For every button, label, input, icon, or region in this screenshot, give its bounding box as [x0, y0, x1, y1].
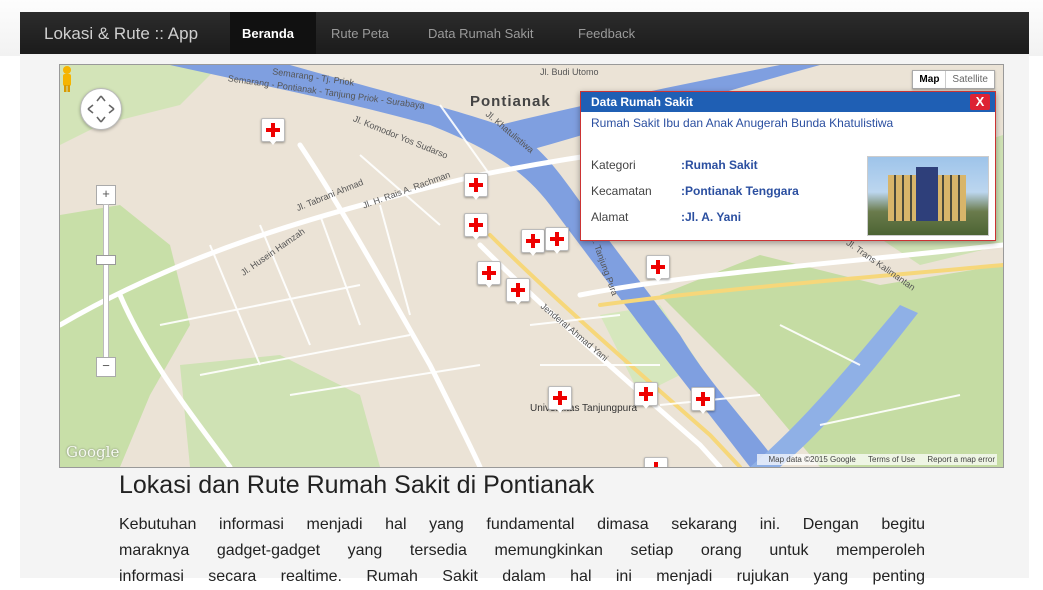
close-icon[interactable]: X [970, 94, 990, 110]
city-label: Pontianak [470, 93, 551, 110]
hospital-marker-icon[interactable] [521, 229, 545, 256]
zoom-in-button[interactable]: + [96, 185, 116, 205]
hospital-marker-icon[interactable] [464, 173, 488, 200]
info-row-alamat: Alamat :Jl. A. Yani [591, 210, 741, 224]
paragraph-line: maraknya gadget-gadget yang tersedia mem… [119, 542, 925, 559]
info-field-value: :Rumah Sakit [681, 158, 758, 172]
map-type-map-button[interactable]: Map [913, 71, 945, 88]
hospital-marker-icon[interactable] [261, 118, 285, 145]
zoom-out-button[interactable]: − [96, 357, 116, 377]
hospital-marker-icon[interactable] [545, 227, 569, 254]
paragraph-line: informasi secara realtime. Rumah Sakit d… [119, 568, 925, 585]
landmark-label: Universitas Tanjungpura [530, 403, 638, 414]
info-row-kategori: Kategori :Rumah Sakit [591, 158, 758, 172]
nav-item-rute-peta[interactable]: Rute Peta [331, 26, 389, 41]
terms-of-use-link[interactable]: Terms of Use [868, 455, 915, 464]
info-field-label: Kategori [591, 158, 636, 172]
pan-arrows-icon [87, 95, 115, 123]
google-logo: Google [66, 443, 120, 461]
paragraph-line: Kebutuhan informasi menjadi hal yang fun… [119, 516, 925, 533]
hospital-marker-icon[interactable] [646, 255, 670, 282]
intro-paragraph: Kebutuhan informasi menjadi hal yang fun… [119, 512, 925, 590]
nav-item-feedback[interactable]: Feedback [578, 26, 635, 41]
brand-link[interactable]: Lokasi & Rute :: App [44, 24, 198, 44]
info-row-kecamatan: Kecamatan :Pontianak Tenggara [591, 184, 799, 198]
map-data-credit: Map data ©2015 Google [768, 455, 856, 464]
hospital-marker-icon[interactable] [644, 457, 668, 467]
nav-item-data-rumah-sakit[interactable]: Data Rumah Sakit [428, 26, 534, 41]
hospital-photo [867, 156, 989, 236]
navbar-inner: Lokasi & Rute :: App Beranda Rute Peta D… [20, 12, 1029, 54]
hospital-marker-icon[interactable] [477, 261, 501, 288]
pan-control[interactable] [80, 88, 122, 130]
hospital-marker-icon[interactable] [506, 278, 530, 305]
map-type-satellite-button[interactable]: Satellite [945, 71, 994, 88]
hospital-marker-icon[interactable] [464, 213, 488, 240]
hospital-info-window: Data Rumah Sakit X Rumah Sakit Ibu dan A… [580, 91, 996, 241]
hospital-marker-icon[interactable] [548, 386, 572, 413]
map-attribution: Map data ©2015 Google Terms of Use Repor… [756, 454, 997, 465]
zoom-slider-handle[interactable] [96, 255, 116, 265]
building-tower-image [916, 167, 938, 221]
map-type-control: Map Satellite [912, 70, 995, 89]
nav-item-beranda[interactable]: Beranda [242, 26, 294, 41]
info-window-title: Data Rumah Sakit [591, 95, 694, 109]
info-field-value: :Pontianak Tenggara [681, 184, 799, 198]
info-window-header: Data Rumah Sakit X [581, 92, 995, 112]
report-map-error-link[interactable]: Report a map error [927, 455, 995, 464]
info-field-label: Kecamatan [591, 184, 652, 198]
google-map[interactable]: Semarang - Tj. Priok Semarang - Pontiana… [59, 64, 1004, 468]
zoom-slider-track[interactable] [103, 204, 109, 358]
street-view-pegman-icon[interactable] [60, 65, 74, 93]
hospital-marker-icon[interactable] [691, 387, 715, 414]
info-field-value: :Jl. A. Yani [681, 210, 742, 224]
top-navbar: Lokasi & Rute :: App Beranda Rute Peta D… [0, 0, 1043, 56]
hospital-marker-icon[interactable] [634, 382, 658, 409]
hospital-name: Rumah Sakit Ibu dan Anak Anugerah Bunda … [591, 116, 894, 130]
page-title: Lokasi dan Rute Rumah Sakit di Pontianak [119, 471, 595, 499]
street-label: Jl. Budi Utomo [540, 67, 599, 77]
info-field-label: Alamat [591, 210, 629, 224]
